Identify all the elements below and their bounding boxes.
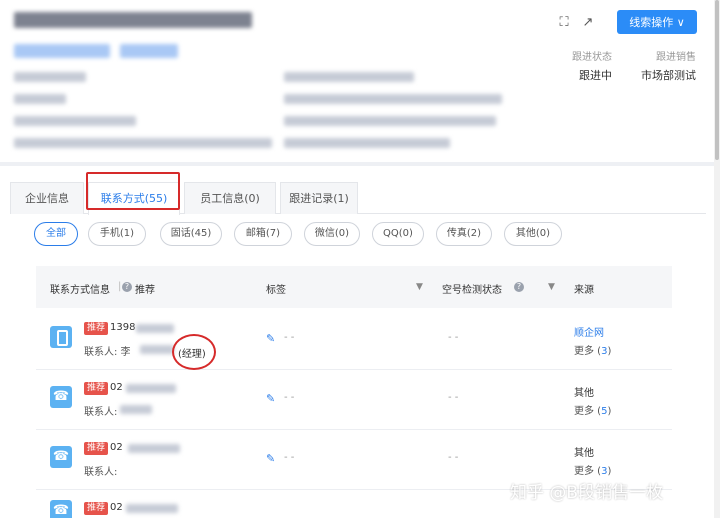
info-redacted <box>14 138 272 148</box>
table-header: 联系方式信息 | ? 推荐 标签 ▼ 空号检测状态 ? ▼ 来源 <box>36 266 672 308</box>
tab-company-info[interactable]: 企业信息 <box>10 182 84 214</box>
filter-other[interactable]: 其他(0) <box>504 222 562 246</box>
tag-value: - - <box>284 392 295 403</box>
follow-status: 跟进状态 跟进中 <box>560 48 612 83</box>
info-redacted <box>284 138 450 148</box>
edit-icon[interactable]: ✎ <box>266 332 275 345</box>
info-redacted <box>14 94 66 104</box>
contact-person: 联系人: <box>84 407 118 418</box>
filter-landline[interactable]: 固话(45) <box>160 222 222 246</box>
follow-status-label: 跟进状态 <box>572 52 612 63</box>
number-redacted <box>126 504 178 513</box>
source-text: 其他 <box>574 448 594 459</box>
more-sources: 更多 (3) <box>574 346 612 357</box>
watermark: 知乎 @B段销售一枚 <box>510 483 664 503</box>
recommend-badge: 推荐 <box>84 382 109 395</box>
landline-phone-icon: ☎ <box>50 500 72 518</box>
fullscreen-icon[interactable]: ⛶ <box>556 15 572 31</box>
filter-icon[interactable]: ▼ <box>548 282 555 292</box>
company-tag-redacted <box>120 44 178 58</box>
help-icon[interactable]: ? <box>122 282 132 292</box>
number-redacted <box>136 324 174 333</box>
landline-phone-icon: ☎ <box>50 386 72 408</box>
empty-check-value: - - <box>448 392 459 403</box>
more-sources: 更多 (3) <box>574 466 612 477</box>
tab-follow-records[interactable]: 跟进记录(1) <box>280 182 358 214</box>
col-tags: 标签 <box>266 285 286 296</box>
info-redacted <box>284 72 414 82</box>
phone-number: 02 <box>110 382 123 393</box>
col-recommend: 推荐 <box>135 285 155 296</box>
follow-sales: 跟进销售 市场部测试 <box>634 48 696 83</box>
external-link-icon[interactable]: ↗ <box>580 15 596 31</box>
edit-icon[interactable]: ✎ <box>266 392 275 405</box>
follow-sales-value: 市场部测试 <box>641 69 696 82</box>
filter-icon[interactable]: ▼ <box>416 282 423 292</box>
follow-status-value: 跟进中 <box>579 69 612 82</box>
filter-fax[interactable]: 传真(2) <box>436 222 492 246</box>
tag-value: - - <box>284 452 295 463</box>
filter-mobile[interactable]: 手机(1) <box>88 222 146 246</box>
tab-employee-info[interactable]: 员工信息(0) <box>184 182 276 214</box>
recommend-badge: 推荐 <box>84 442 109 455</box>
follow-sales-label: 跟进销售 <box>656 52 696 63</box>
source-text: 其他 <box>574 388 594 399</box>
col-empty-check: 空号检测状态 <box>442 285 502 296</box>
number-redacted <box>126 384 176 393</box>
mobile-phone-icon <box>50 326 72 348</box>
lead-operation-button[interactable]: 线索操作 ∨ <box>617 10 697 34</box>
name-redacted <box>120 405 152 414</box>
col-source: 来源 <box>574 285 594 296</box>
filter-email[interactable]: 邮箱(7) <box>234 222 292 246</box>
table-row[interactable]: 推荐 1398 联系人: 李 ✎ - - - - 顺企网 更多 (3) <box>36 310 672 370</box>
landline-phone-icon: ☎ <box>50 446 72 468</box>
scrollbar[interactable] <box>714 0 720 518</box>
source-link[interactable]: 顺企网 <box>574 324 604 339</box>
edit-icon[interactable]: ✎ <box>266 452 275 465</box>
info-redacted <box>14 116 136 126</box>
highlight-box <box>86 172 180 210</box>
highlight-circle <box>172 334 216 370</box>
filter-wechat[interactable]: 微信(0) <box>304 222 360 246</box>
tag-value: - - <box>284 332 295 343</box>
empty-check-value: - - <box>448 332 459 343</box>
info-redacted <box>284 116 496 126</box>
empty-check-value: - - <box>448 452 459 463</box>
number-redacted <box>128 444 180 453</box>
filter-qq[interactable]: QQ(0) <box>372 222 424 246</box>
scrollbar-thumb[interactable] <box>715 0 719 160</box>
company-tag-redacted <box>14 44 110 58</box>
table-row[interactable]: ☎ 推荐 02 联系人: ✎ - - - - 其他 更多 (5) <box>36 370 672 430</box>
phone-number: 02 <box>110 502 123 513</box>
col-divider: | <box>118 281 122 292</box>
more-sources: 更多 (5) <box>574 406 612 417</box>
phone-number: 02 <box>110 442 123 453</box>
help-icon[interactable]: ? <box>514 282 524 292</box>
info-redacted <box>14 72 86 82</box>
phone-number: 1398 <box>110 322 136 333</box>
company-name-redacted <box>14 12 252 28</box>
lead-header: ⛶ ↗ 线索操作 ∨ 跟进状态 跟进中 跟进销售 市场部测试 <box>0 0 714 162</box>
recommend-badge: 推荐 <box>84 502 109 515</box>
filter-all[interactable]: 全部 <box>34 222 78 246</box>
name-redacted <box>140 345 174 354</box>
contact-person: 联系人: 李 <box>84 347 131 358</box>
info-redacted <box>284 94 502 104</box>
contact-person: 联系人: <box>84 467 118 478</box>
recommend-badge: 推荐 <box>84 322 109 335</box>
col-contact-info: 联系方式信息 <box>50 285 110 296</box>
